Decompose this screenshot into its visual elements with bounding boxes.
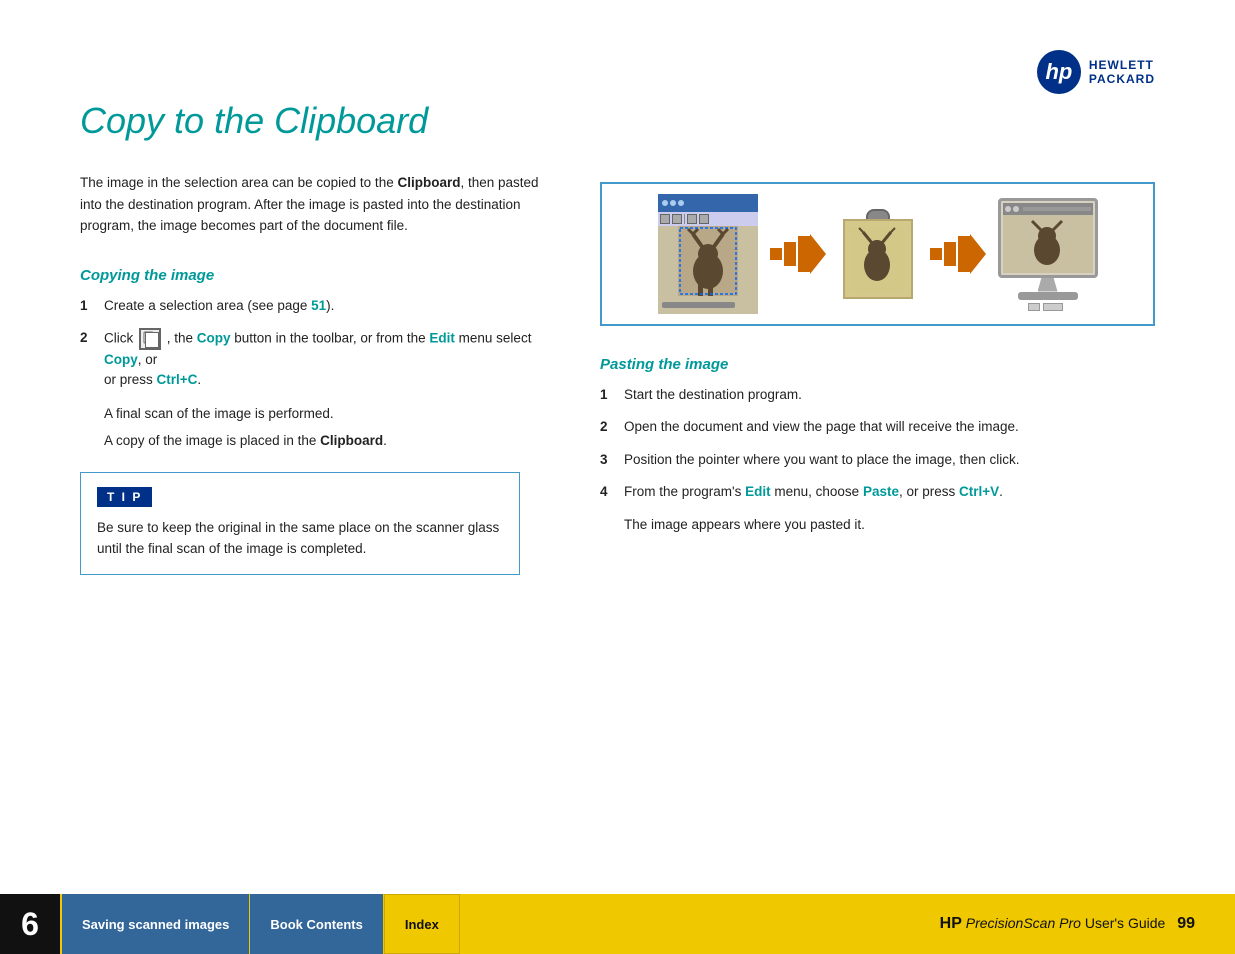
paste-step-1-text: Start the destination program. [624, 385, 802, 405]
intro-paragraph: The image in the selection area can be c… [80, 172, 540, 237]
ctrl-c-link[interactable]: Ctrl+C [157, 372, 198, 387]
copy-button-icon [139, 328, 161, 350]
edit-menu-link-1[interactable]: Edit [429, 331, 455, 346]
index-button[interactable]: Index [384, 894, 460, 954]
paste-step-1: 1 Start the destination program. [600, 385, 1155, 405]
pasting-section-heading: Pasting the image [600, 356, 1155, 373]
copy-link-2[interactable]: Copy [104, 352, 138, 367]
paste-step-3: 3 Position the pointer where you want to… [600, 450, 1155, 470]
copying-steps-list: 1 Create a selection area (see page 51).… [80, 296, 560, 391]
left-column: The image in the selection area can be c… [80, 172, 560, 575]
footer-right: HP PrecisionScan Pro User's Guide 99 [940, 915, 1195, 933]
edit-menu-link-2[interactable]: Edit [745, 484, 771, 499]
paste-step-4: 4 From the program's Edit menu, choose P… [600, 482, 1155, 502]
saving-scanned-images-button[interactable]: Saving scanned images [60, 894, 250, 954]
clipboard-bold-2: Clipboard [320, 433, 383, 448]
scanner-window-header [658, 194, 758, 212]
clipboard-copy-text: A copy of the image is placed in the Cli… [104, 430, 560, 452]
monitor [998, 198, 1098, 311]
scanner-window [658, 194, 758, 314]
scanner-illustration [600, 182, 1155, 326]
paste-step-2: 2 Open the document and view the page th… [600, 417, 1155, 437]
tip-label: T I P [97, 487, 152, 507]
ctrl-v-link[interactable]: Ctrl+V [959, 484, 999, 499]
paste-link[interactable]: Paste [863, 484, 899, 499]
monitor-screen [998, 198, 1098, 278]
tip-box: T I P Be sure to keep the original in th… [80, 472, 520, 575]
monitor-stand [1038, 278, 1058, 292]
tip-text: Be sure to keep the original in the same… [97, 517, 503, 560]
two-column-layout: The image in the selection area can be c… [80, 172, 1155, 575]
page-content: Copy to the Clipboard The image in the s… [0, 0, 1235, 894]
footer-product-rest: User's Guide [1085, 915, 1165, 931]
copy-step-2: 2 Click , the Copy button in the toolbar… [80, 328, 560, 391]
footer: 6 Saving scanned images Book Contents In… [0, 894, 1235, 954]
clipboard-bold: Clipboard [397, 175, 460, 190]
moose-image [678, 226, 738, 296]
footer-hp-brand: HP [940, 915, 962, 932]
monitor-base [1018, 292, 1078, 300]
book-contents-button[interactable]: Book Contents [250, 894, 383, 954]
clipboard [838, 209, 918, 299]
page-51-link[interactable]: 51 [311, 298, 326, 313]
paste-step-2-text: Open the document and view the page that… [624, 417, 1019, 437]
pasting-steps-list: 1 Start the destination program. 2 Open … [600, 385, 1155, 502]
paste-step-3-text: Position the pointer where you want to p… [624, 450, 1019, 470]
copy-step-1: 1 Create a selection area (see page 51). [80, 296, 560, 316]
arrow-2 [928, 234, 988, 274]
copying-section-heading: Copying the image [80, 267, 560, 284]
page-title: Copy to the Clipboard [80, 100, 1155, 142]
scanner-window-toolbar [658, 212, 758, 226]
footer-product-italic: PrecisionScan Pro [966, 915, 1081, 931]
chapter-number: 6 [0, 894, 60, 954]
clipboard-board [843, 219, 913, 299]
footer-page-number: 99 [1177, 915, 1195, 932]
copy-link-1[interactable]: Copy [197, 331, 231, 346]
final-scan-text: A final scan of the image is performed. [104, 403, 560, 425]
image-appears-text: The image appears where you pasted it. [624, 514, 1155, 536]
scanner-window-body [658, 226, 758, 296]
arrow-1 [768, 234, 828, 274]
right-column: Pasting the image 1 Start the destinatio… [600, 172, 1155, 575]
footer-navigation: Saving scanned images Book Contents Inde… [60, 894, 460, 954]
